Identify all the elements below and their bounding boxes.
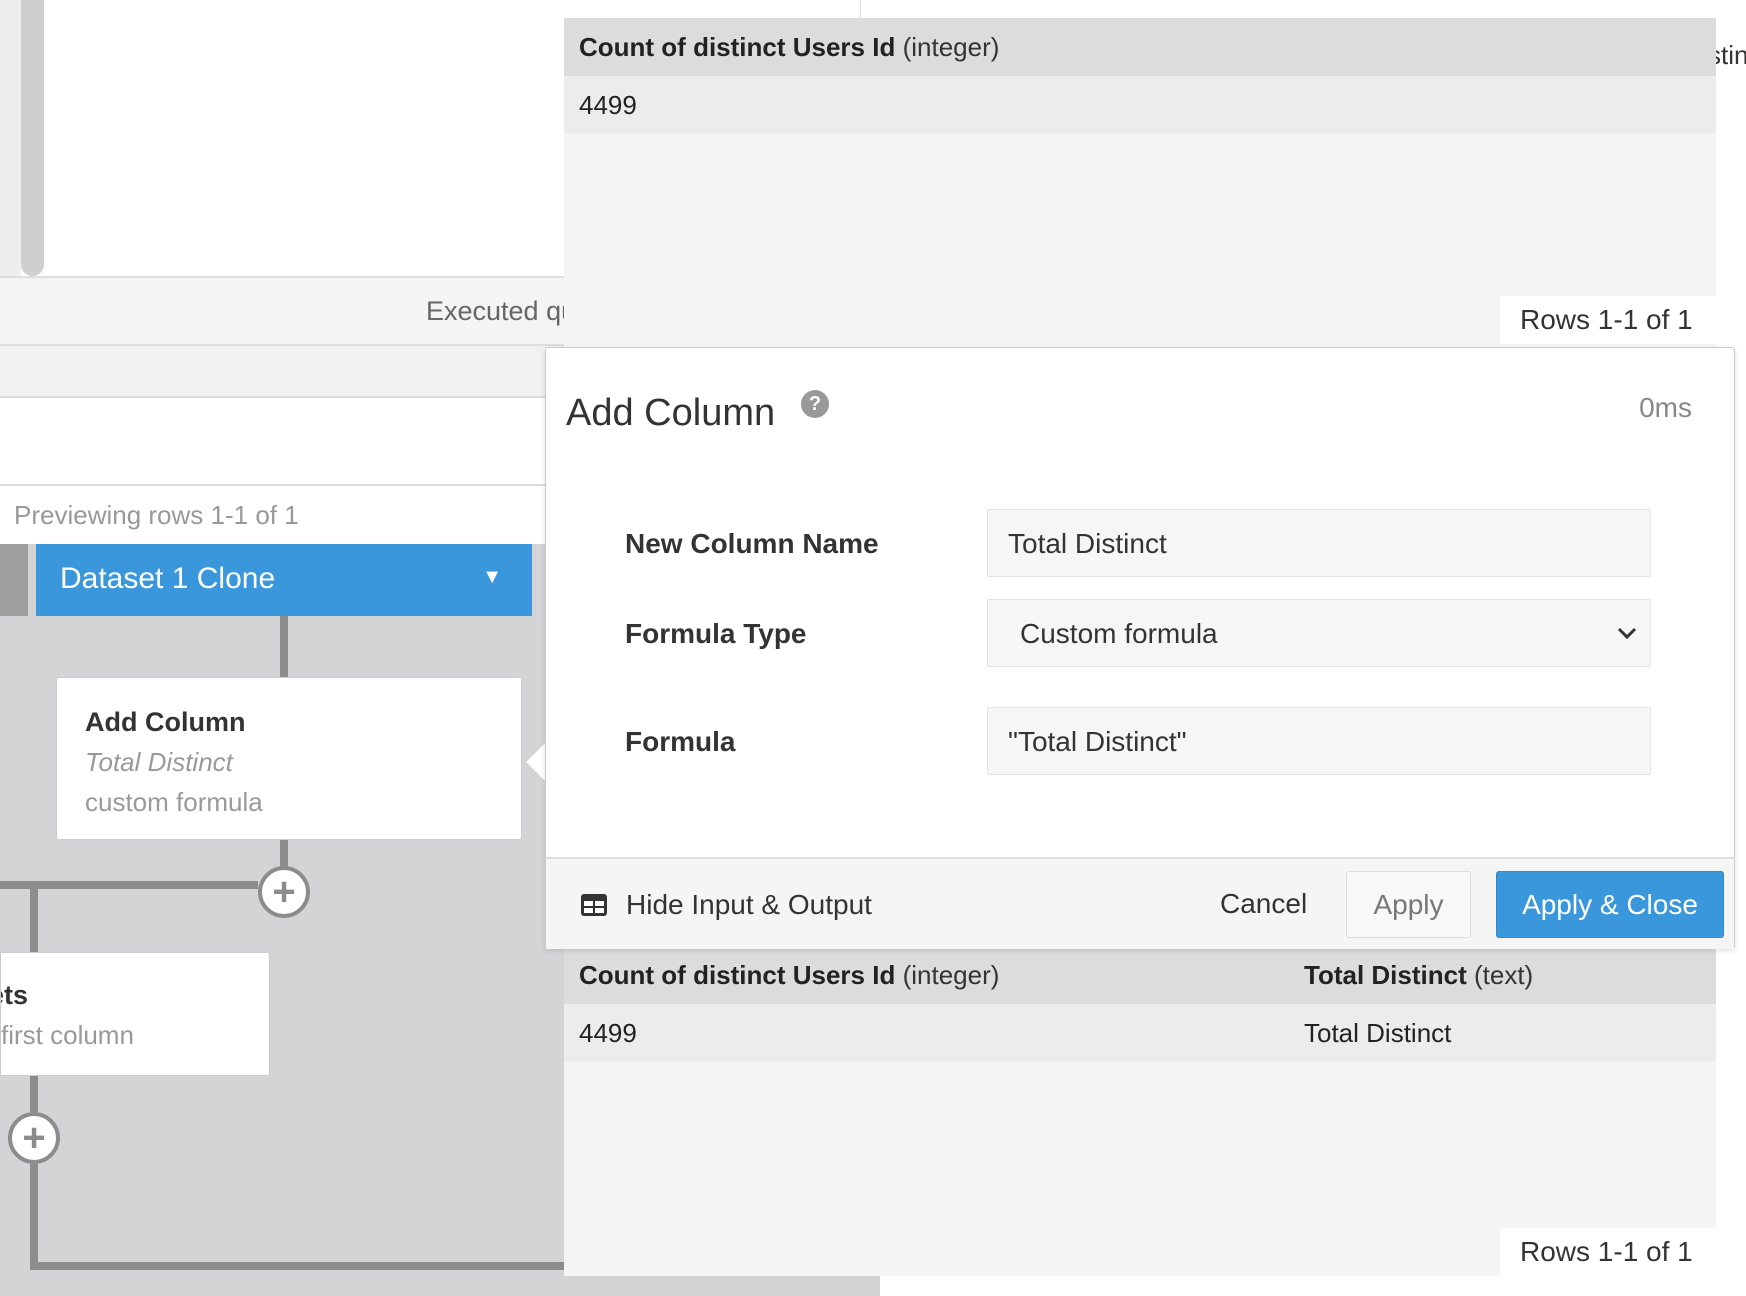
column-type: (text): [1473, 960, 1534, 990]
connector-line: [280, 616, 288, 677]
formula-type-select[interactable]: Custom formula: [987, 599, 1651, 667]
dataset-label: Dataset 1 Clone: [60, 562, 276, 595]
chevron-down-icon: [1617, 627, 1637, 640]
dialog-title: Add Column: [566, 392, 776, 434]
dataset-handle: [0, 544, 28, 616]
plus-symbol: +: [22, 1116, 46, 1160]
input-table-panel: Count of distinct Users Id (integer) 449…: [564, 18, 1716, 348]
panel-divider: [860, 0, 861, 20]
formula-type-value: Custom formula: [1020, 618, 1218, 649]
output-table-panel: Count of distinct Users Id (integer) Tot…: [564, 946, 1716, 1276]
dataset-selector[interactable]: Dataset 1 Clone ▼: [0, 544, 532, 616]
formula-input[interactable]: "Total Distinct": [987, 707, 1651, 775]
query-status-bar: Executed qu: [0, 276, 600, 346]
table-header: Count of distinct Users Id (integer): [564, 18, 1716, 76]
execution-time: 0ms: [1639, 392, 1692, 423]
connector-line: [30, 1164, 38, 1270]
table-cell: 4499: [579, 90, 637, 120]
table-row: 4499 Total Distinct: [564, 1004, 1716, 1062]
apply-and-close-button[interactable]: Apply & Close: [1496, 871, 1724, 938]
column-type: (integer): [902, 32, 1000, 62]
step-title: Add Column: [85, 707, 246, 737]
question-circle-icon[interactable]: ?: [801, 390, 829, 418]
column-header[interactable]: Count of distinct Users Id (integer): [579, 960, 999, 991]
formula-label: Formula: [625, 726, 736, 757]
scrollbar-thumb[interactable]: [21, 0, 44, 276]
step-card-previous[interactable]: ets first column: [0, 952, 270, 1076]
step-detail: first column: [1, 1020, 134, 1050]
step-card-add-column[interactable]: Add Column Total Distinct custom formula: [56, 677, 522, 840]
preview-rows-bar: Previewing rows 1-1 of 1: [0, 488, 600, 544]
help-symbol: ?: [808, 392, 822, 415]
apply-button[interactable]: Apply: [1346, 871, 1471, 938]
new-column-name-input[interactable]: Total Distinct: [987, 509, 1651, 577]
hide-input-output-label: Hide Input & Output: [626, 889, 872, 920]
step-detail: custom formula: [85, 787, 263, 817]
column-name: Total Distinct: [1304, 960, 1467, 990]
dialog-footer: Hide Input & Output Cancel Apply Apply &…: [546, 857, 1734, 949]
column-name: Count of distinct Users Id: [579, 32, 896, 62]
new-column-name-label: New Column Name: [625, 528, 879, 559]
table-cell: Total Distinct: [1304, 1018, 1452, 1048]
executed-query-text: Executed qu: [426, 296, 577, 326]
table-header: Count of distinct Users Id (integer) Tot…: [564, 946, 1716, 1004]
hide-input-output-button[interactable]: Hide Input & Output: [580, 887, 872, 923]
toolbar-strip: [0, 346, 600, 398]
plus-symbol: +: [272, 870, 296, 914]
plus-circle-icon[interactable]: +: [8, 1112, 60, 1164]
column-name: Count of distinct Users Id: [579, 960, 896, 990]
step-title: ets: [1, 980, 29, 1010]
scrollbar-track[interactable]: [0, 0, 21, 276]
dataset-dropdown[interactable]: Dataset 1 Clone ▼: [36, 544, 532, 616]
offscreen-column-header: stin: [1716, 40, 1746, 76]
rows-info: Rows 1-1 of 1: [1500, 1228, 1716, 1276]
cancel-button[interactable]: Cancel: [1198, 871, 1329, 937]
connector-line: [0, 881, 258, 889]
connector-line: [30, 1076, 38, 1112]
preview-rows-text: Previewing rows 1-1 of 1: [14, 500, 299, 530]
column-header[interactable]: Total Distinct (text): [1304, 960, 1533, 991]
column-type: (integer): [902, 960, 1000, 990]
table-icon: [581, 894, 607, 916]
connector-line: [30, 1262, 564, 1270]
offscreen-header-text: stin: [1716, 40, 1746, 70]
column-header[interactable]: Count of distinct Users Id (integer): [579, 32, 999, 63]
popup-pointer: [526, 742, 546, 782]
table-cell: 4499: [579, 1018, 637, 1048]
formula-type-label: Formula Type: [625, 618, 807, 649]
add-column-dialog: Add Column ? 0ms New Column Name Total D…: [545, 347, 1735, 949]
plus-circle-icon[interactable]: +: [258, 866, 310, 918]
caret-down-icon: ▼: [482, 566, 502, 588]
results-strip: [0, 398, 600, 486]
connector-line: [30, 889, 38, 952]
rows-info: Rows 1-1 of 1: [1500, 296, 1716, 344]
table-row: 4499: [564, 76, 1716, 134]
step-subtitle: Total Distinct: [85, 747, 233, 777]
